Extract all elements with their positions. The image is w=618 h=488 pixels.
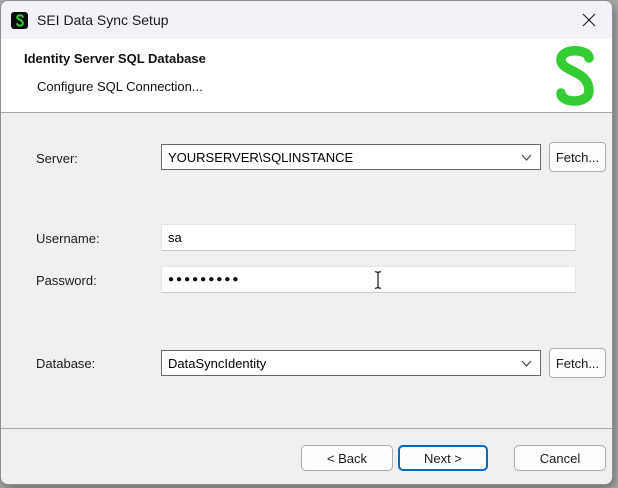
dialog-title: Identity Server SQL Database bbox=[24, 51, 206, 66]
titlebar[interactable]: SEI Data Sync Setup bbox=[1, 1, 612, 39]
next-button[interactable]: Next > bbox=[398, 445, 488, 471]
text-cursor-icon bbox=[372, 270, 384, 290]
server-label: Server: bbox=[36, 151, 78, 166]
database-fetch-button[interactable]: Fetch... bbox=[549, 348, 606, 378]
server-combobox-value: YOURSERVER\SQLINSTANCE bbox=[168, 150, 353, 165]
cancel-button[interactable]: Cancel bbox=[514, 445, 606, 471]
database-label: Database: bbox=[36, 356, 95, 371]
screen-background: SEI Data Sync Setup Identity Server SQL … bbox=[0, 0, 618, 488]
chevron-down-icon bbox=[521, 154, 532, 161]
footer-divider bbox=[1, 428, 612, 429]
username-label: Username: bbox=[36, 231, 100, 246]
back-button[interactable]: < Back bbox=[301, 445, 393, 471]
password-label: Password: bbox=[36, 273, 97, 288]
dialog-subtitle: Configure SQL Connection... bbox=[37, 79, 203, 94]
password-input[interactable] bbox=[161, 266, 576, 293]
brand-s-icon bbox=[15, 14, 25, 27]
close-icon bbox=[582, 13, 596, 27]
app-icon bbox=[11, 12, 28, 29]
brand-logo-s-icon bbox=[552, 44, 598, 108]
setup-wizard-window: SEI Data Sync Setup Identity Server SQL … bbox=[0, 0, 613, 485]
close-button[interactable] bbox=[566, 1, 612, 39]
window-title: SEI Data Sync Setup bbox=[37, 12, 169, 28]
username-input[interactable] bbox=[161, 224, 576, 251]
server-combobox[interactable]: YOURSERVER\SQLINSTANCE bbox=[161, 144, 541, 170]
chevron-down-icon bbox=[521, 360, 532, 367]
database-combobox[interactable]: DataSyncIdentity bbox=[161, 350, 541, 376]
dialog-header: Identity Server SQL Database Configure S… bbox=[1, 39, 612, 113]
server-fetch-button[interactable]: Fetch... bbox=[549, 142, 606, 172]
database-combobox-value: DataSyncIdentity bbox=[168, 356, 266, 371]
